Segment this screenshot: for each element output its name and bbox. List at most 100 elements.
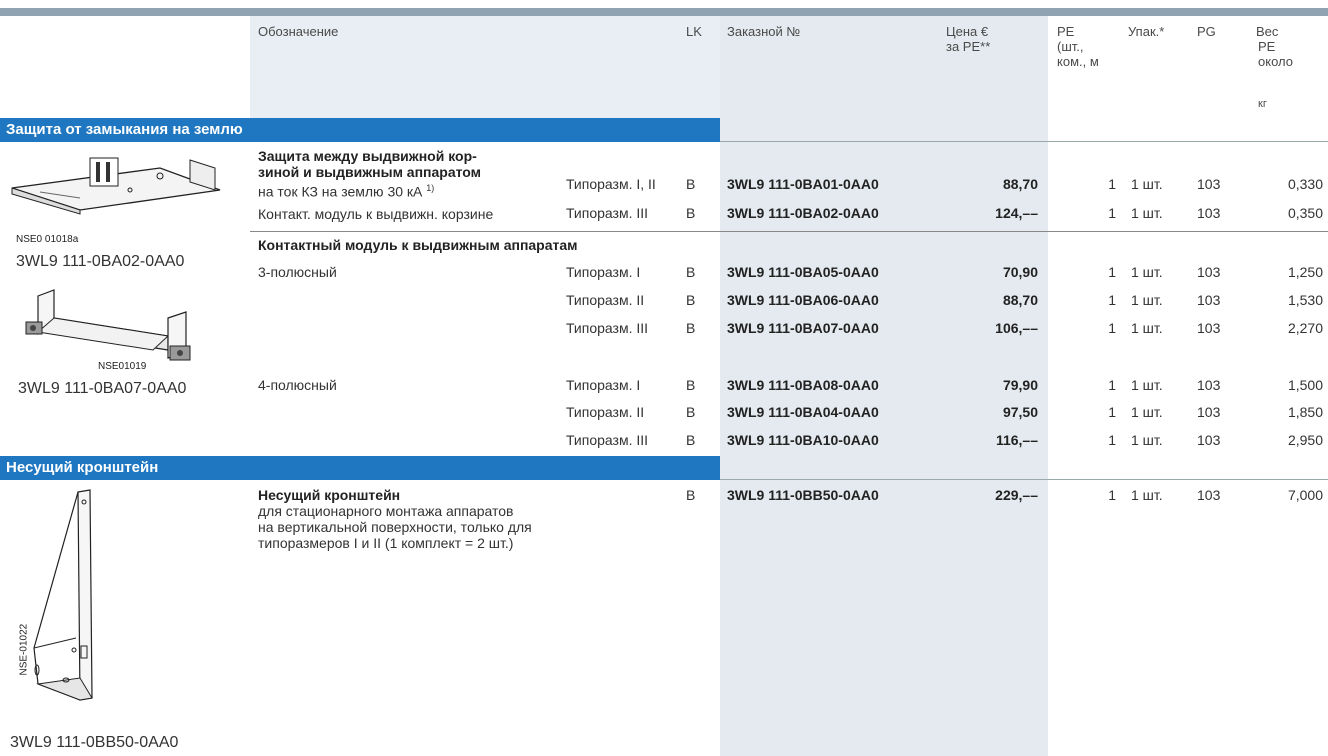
footnote-marker: 1) <box>426 183 435 193</box>
cell-pg: 103 <box>1197 377 1221 393</box>
cell-order-no: 3WL9 111-0BA06-0AA0 <box>727 292 879 308</box>
group-title: Контактный модуль к выдвижным аппаратам <box>258 237 578 253</box>
header-weight-line3: около <box>1258 54 1293 69</box>
row-divider <box>250 231 1328 232</box>
cell-price: 116,–– <box>995 432 1038 448</box>
cell-pe: 1 <box>1108 292 1116 308</box>
section-divider <box>720 141 1328 142</box>
cell-lk: B <box>686 320 696 336</box>
image-code: NSE0 01018a <box>16 234 79 245</box>
cell-lk: B <box>686 487 696 503</box>
header-pe-line3: ком., м <box>1057 54 1099 69</box>
cell-order-no: 3WL9 111-0BA05-0AA0 <box>727 264 879 280</box>
cell-price: 97,50 <box>1002 404 1038 420</box>
cell-price: 229,–– <box>995 487 1038 503</box>
cell-size: Типоразм. III <box>566 205 649 221</box>
cell-lk: B <box>686 432 696 448</box>
cell-pack: 1 шт. <box>1131 292 1163 308</box>
cell-lk: B <box>686 404 696 420</box>
header-designation: Обозначение <box>258 24 339 39</box>
cell-weight: 0,350 <box>1287 205 1323 221</box>
cell-pg: 103 <box>1197 487 1221 503</box>
header-pe-line2: (шт., <box>1057 39 1084 54</box>
item-desc-line3: типоразмеров I и II (1 комплект = 2 шт.) <box>258 535 514 551</box>
group-title-line2: зиной и выдвижным аппаратом <box>258 164 482 180</box>
cell-weight: 2,950 <box>1287 432 1323 448</box>
cell-weight: 1,530 <box>1287 292 1323 308</box>
header-price-line2: за PE** <box>946 39 991 54</box>
cell-size: Типоразм. II <box>566 404 645 420</box>
image-caption: 3WL9 111-0BA02-0AA0 <box>16 253 185 270</box>
cell-lk: B <box>686 292 696 308</box>
group-desc-line2: Контакт. модуль к выдвижн. корзине <box>258 206 494 222</box>
cell-pg: 103 <box>1197 292 1221 308</box>
section-title-support-bracket: Несущий кронштейн <box>0 456 720 480</box>
group-title-line1: Защита между выдвижной кор- <box>258 148 477 164</box>
cell-lk: B <box>686 205 696 221</box>
header-weight-line2: PE <box>1258 39 1276 54</box>
cell-pg: 103 <box>1197 176 1221 192</box>
contact-module-drawout-frame-image <box>11 157 221 215</box>
group-desc-line1: на ток КЗ на землю 30 кА 1) <box>258 183 435 200</box>
header-pg: PG <box>1197 24 1216 39</box>
cell-lk: B <box>686 264 696 280</box>
cell-price: 106,–– <box>995 320 1038 336</box>
header-pe-line1: PE <box>1057 24 1075 39</box>
top-rule <box>0 8 1328 16</box>
cell-pg: 103 <box>1197 264 1221 280</box>
cell-order-no: 3WL9 111-0BA07-0AA0 <box>727 320 879 336</box>
section-title-ground-fault: Защита от замыкания на землю <box>0 118 720 142</box>
cell-pe: 1 <box>1108 377 1116 393</box>
cell-order-no: 3WL9 111-0BA02-0AA0 <box>727 205 879 221</box>
cell-pe: 1 <box>1108 487 1116 503</box>
cell-price: 88,70 <box>1002 176 1038 192</box>
cell-price: 79,90 <box>1002 377 1038 393</box>
cell-pack: 1 шт. <box>1131 377 1163 393</box>
cell-weight: 0,330 <box>1287 176 1323 192</box>
cell-pe: 1 <box>1108 264 1116 280</box>
cell-pack: 1 шт. <box>1131 320 1163 336</box>
cell-pg: 103 <box>1197 320 1221 336</box>
cell-weight: 1,250 <box>1287 264 1323 280</box>
cell-weight: 1,500 <box>1287 377 1323 393</box>
cell-pe: 1 <box>1108 432 1116 448</box>
cell-pack: 1 шт. <box>1131 176 1163 192</box>
poles-label-3: 3-полюсный <box>258 264 337 280</box>
item-desc-line1: для стационарного монтажа аппаратов <box>258 503 514 519</box>
cell-weight: 2,270 <box>1287 320 1323 336</box>
cell-size: Типоразм. II <box>566 292 645 308</box>
contact-module-drawout-breaker-image <box>25 289 191 361</box>
cell-size: Типоразм. III <box>566 320 649 336</box>
image-caption: 3WL9 111-0BB50-0AA0 <box>10 734 179 751</box>
cell-price: 70,90 <box>1002 264 1038 280</box>
cell-size: Типоразм. I, II <box>566 176 656 192</box>
cell-pg: 103 <box>1197 404 1221 420</box>
cell-pack: 1 шт. <box>1131 205 1163 221</box>
header-lk: LK <box>686 24 702 39</box>
cell-pe: 1 <box>1108 205 1116 221</box>
cell-pack: 1 шт. <box>1131 264 1163 280</box>
image-code: NSE01019 <box>98 361 147 372</box>
cell-pg: 103 <box>1197 432 1221 448</box>
cell-lk: B <box>686 176 696 192</box>
poles-label-4: 4-полюсный <box>258 377 337 393</box>
header-weight-line1: Вес <box>1256 24 1279 39</box>
cell-pg: 103 <box>1197 205 1221 221</box>
cell-pack: 1 шт. <box>1131 404 1163 420</box>
cell-order-no: 3WL9 111-0BA08-0AA0 <box>727 377 879 393</box>
item-desc-line2: на вертикальной поверхности, только для <box>258 519 532 535</box>
header-weight-unit: кг <box>1258 98 1267 110</box>
cell-size: Типоразм. I <box>566 264 641 280</box>
image-code: NSE-01022 <box>18 623 30 676</box>
cell-order-no: 3WL9 111-0BB50-0AA0 <box>727 487 879 503</box>
cell-pe: 1 <box>1108 404 1116 420</box>
cell-order-no: 3WL9 111-0BA01-0AA0 <box>727 176 879 192</box>
cell-lk: B <box>686 377 696 393</box>
cell-weight: 1,850 <box>1287 404 1323 420</box>
cell-price: 124,–– <box>995 205 1038 221</box>
cell-weight: 7,000 <box>1287 487 1323 503</box>
cell-pe: 1 <box>1108 320 1116 336</box>
header-order-no: Заказной № <box>727 24 801 39</box>
cell-size: Типоразм. III <box>566 432 649 448</box>
cell-pack: 1 шт. <box>1131 432 1163 448</box>
